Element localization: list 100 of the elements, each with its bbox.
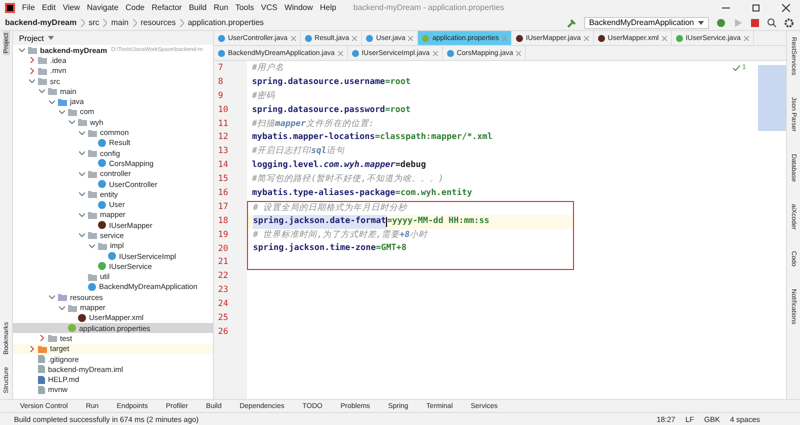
- code-comment: # 世界标准时间,为了方式时差,需要+8小时: [253, 228, 428, 242]
- line-number: 20: [217, 242, 230, 256]
- line-number: 15: [217, 173, 230, 186]
- menu-item[interactable]: Code: [125, 3, 145, 12]
- line-number: 22: [217, 270, 230, 284]
- file-type-icon: [218, 34, 225, 42]
- breadcrumb-item[interactable]: main: [111, 18, 129, 27]
- chevron-icon[interactable]: [59, 108, 65, 115]
- chevron-icon: [103, 18, 108, 26]
- property-key: spring.jackson.date-format: [253, 215, 386, 229]
- menu-item[interactable]: Refactor: [152, 3, 182, 12]
- line-number: 7: [217, 62, 224, 75]
- chevron-icon[interactable]: [39, 335, 45, 342]
- stop-icon[interactable]: [750, 18, 760, 28]
- line-number: 25: [217, 312, 230, 326]
- menu-item[interactable]: Help: [320, 3, 336, 12]
- code-comment: #开启日志打印sql语句: [252, 145, 344, 158]
- maximize-icon[interactable]: [752, 4, 760, 12]
- class-icon: [98, 200, 106, 209]
- folder-icon: [88, 190, 97, 198]
- menu-item[interactable]: Run: [214, 3, 228, 12]
- breadcrumb-item[interactable]: backend-myDream: [5, 18, 77, 27]
- chevron-icon[interactable]: [29, 57, 35, 64]
- line-number: 26: [217, 326, 230, 339]
- chevron-icon[interactable]: [79, 130, 85, 136]
- chevron-icon[interactable]: [79, 191, 85, 198]
- chevron-icon[interactable]: [59, 304, 65, 311]
- property-value: =GMT+8: [376, 242, 407, 256]
- property-key: spring.datasource.password: [252, 104, 386, 118]
- property-key: mybatis.mapper-locations: [252, 131, 375, 146]
- file-type-icon: [446, 50, 454, 56]
- chevron-icon[interactable]: [69, 119, 75, 126]
- menu-item[interactable]: Edit: [42, 3, 56, 12]
- menu-item[interactable]: View: [62, 3, 80, 12]
- code-comment: # 设置全局的日期格式为年月日时分秒: [253, 202, 408, 215]
- line-number: 19: [217, 228, 230, 242]
- file-type-icon: [598, 34, 605, 42]
- chevron-icon[interactable]: [29, 346, 35, 352]
- search-icon[interactable]: [767, 18, 777, 28]
- window-title: backend-myDream - application.properties: [353, 3, 504, 12]
- line-number: 11: [217, 118, 230, 131]
- chevron-icon[interactable]: [49, 294, 55, 300]
- menu-item[interactable]: Navigate: [86, 3, 118, 12]
- folder-icon: [88, 170, 97, 178]
- settings-icon[interactable]: [784, 18, 794, 28]
- property-value: =root: [385, 104, 411, 117]
- property-value: =yyyy-MM-dd HH:mm:ss: [387, 215, 490, 228]
- class-icon: [98, 180, 106, 188]
- close-icon[interactable]: [782, 4, 790, 12]
- breadcrumb-item[interactable]: application.properties: [188, 18, 264, 27]
- menu-item[interactable]: VCS: [261, 3, 278, 12]
- line-number: 24: [217, 298, 230, 312]
- file-type-icon: [676, 34, 683, 42]
- class-icon: [88, 282, 96, 291]
- hammer-icon[interactable]: [567, 18, 578, 28]
- menu-item[interactable]: File: [22, 3, 35, 12]
- chevron-icon[interactable]: [79, 170, 85, 177]
- folder-icon: [88, 272, 97, 281]
- chevron-icon: [80, 18, 85, 26]
- breadcrumb-item[interactable]: resources: [140, 18, 176, 27]
- code-comment: #简写包的路径(暂时不好使,不知道为啥。。。): [252, 173, 444, 186]
- line-number: 16: [217, 187, 230, 200]
- code-comment: #用户名: [252, 62, 284, 75]
- line-number: 18: [217, 214, 230, 228]
- chevron-icon[interactable]: [89, 242, 95, 249]
- chevron-icon[interactable]: [29, 68, 35, 74]
- property-value: =classpath:mapper/*.xml: [374, 131, 493, 144]
- line-number: 8: [217, 76, 224, 89]
- property-key: spring.datasource.username: [252, 76, 386, 90]
- run-configuration-dropdown[interactable]: BackendMyDreamApplication: [584, 16, 709, 28]
- file-type-icon: [352, 50, 359, 56]
- line-number: 13: [217, 145, 230, 158]
- chevron-icon[interactable]: [39, 88, 45, 94]
- chevron-icon[interactable]: [79, 232, 85, 238]
- chevron-icon[interactable]: [79, 150, 85, 156]
- menu-item[interactable]: Tools: [235, 3, 254, 12]
- line-number: 9: [217, 90, 224, 103]
- panel-title-dropdown[interactable]: Project: [19, 34, 54, 42]
- app-logo-icon: [5, 2, 15, 12]
- line-number: 10: [217, 104, 230, 117]
- file-type-icon: [516, 34, 523, 42]
- menu-item[interactable]: Window: [284, 3, 313, 12]
- line-number: 21: [217, 256, 230, 270]
- property-key: mybatis.type-aliases-package: [252, 187, 396, 201]
- chevron-icon[interactable]: [49, 98, 55, 105]
- line-number: 17: [217, 200, 230, 214]
- chevron-icon: [180, 18, 184, 26]
- menu-item[interactable]: Build: [188, 3, 207, 12]
- chevron-icon: [132, 18, 137, 26]
- breadcrumb-item[interactable]: src: [88, 18, 100, 27]
- file-type-icon: [422, 34, 430, 42]
- chevron-icon[interactable]: [79, 212, 85, 218]
- code-comment: #扫描mapper文件所在的位置:: [252, 118, 374, 131]
- chevron-icon[interactable]: [19, 47, 25, 54]
- class-icon: [98, 138, 106, 147]
- caret-icon: [698, 20, 704, 24]
- chevron-icon[interactable]: [29, 78, 35, 84]
- file-type-icon: [218, 50, 225, 56]
- folder-icon: [88, 210, 97, 219]
- property-value: =root: [385, 76, 411, 89]
